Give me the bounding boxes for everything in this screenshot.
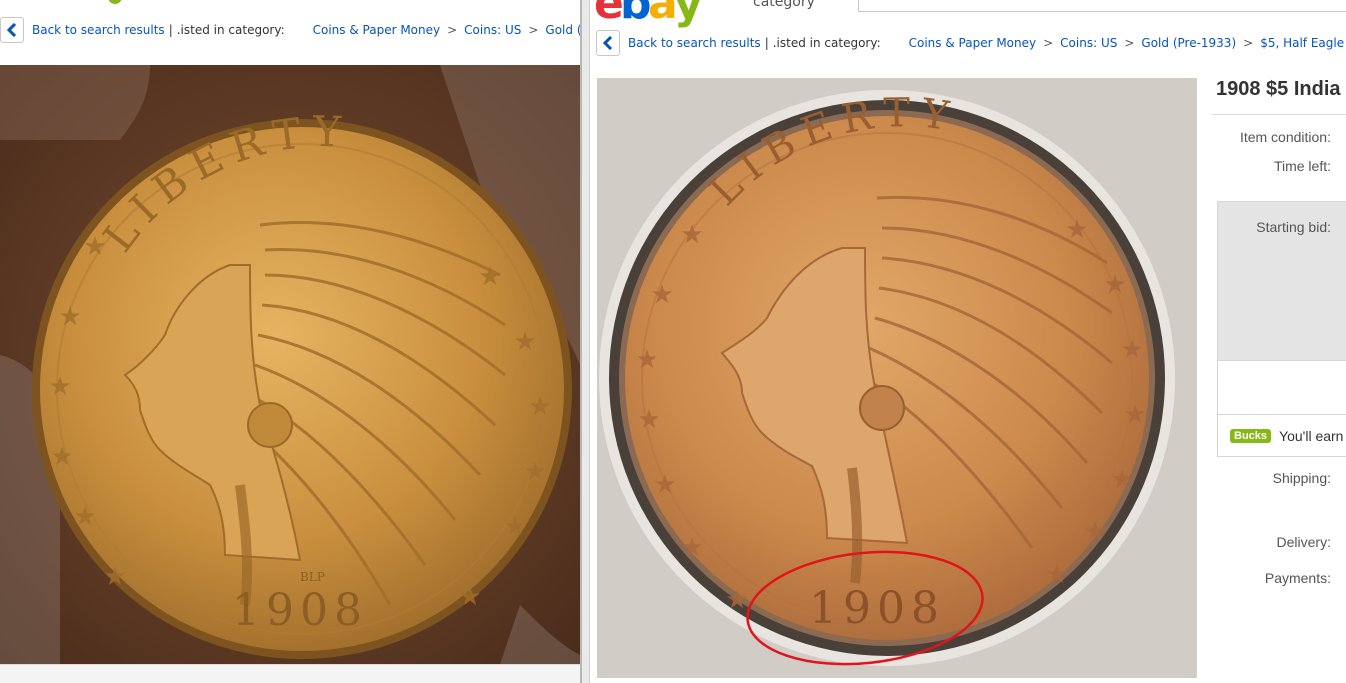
svg-text:★: ★ xyxy=(1045,560,1068,590)
svg-text:★: ★ xyxy=(653,470,676,500)
screenshot-stage: Back to search results | .isted in categ… xyxy=(0,0,1346,683)
svg-text:★: ★ xyxy=(523,457,546,487)
svg-text:★: ★ xyxy=(48,372,71,402)
item-title: 1908 $5 India xyxy=(1216,78,1341,100)
svg-text:★: ★ xyxy=(503,512,526,542)
svg-text:★: ★ xyxy=(635,345,658,375)
delivery-label: Delivery: xyxy=(1276,534,1331,550)
back-button[interactable] xyxy=(0,17,24,43)
breadcrumb-item-coins-us[interactable]: Coins: US xyxy=(1060,36,1117,50)
designer-initials: BLP xyxy=(300,570,325,584)
breadcrumb-divider: | xyxy=(764,36,769,50)
bucks-badge-icon: Bucks xyxy=(1230,428,1272,443)
coin-date: 1908 xyxy=(809,583,945,634)
breadcrumb-separator: > xyxy=(1043,36,1054,50)
svg-text:★: ★ xyxy=(1123,400,1146,430)
item-condition-label: Item condition: xyxy=(1239,129,1331,145)
breadcrumb-separator: > xyxy=(1124,36,1135,50)
svg-text:★: ★ xyxy=(1120,335,1143,365)
svg-text:★: ★ xyxy=(680,220,703,250)
logo-letter-a: a xyxy=(648,0,678,29)
svg-text:★: ★ xyxy=(513,327,536,357)
shipping-label: Shipping: xyxy=(1272,470,1331,486)
breadcrumb-separator: > xyxy=(1243,36,1254,50)
breadcrumb-item-gold-pre-1933[interactable]: Gold (Pre-1933) xyxy=(1141,36,1236,50)
coin-photo-right[interactable]: ★ ★ ★ ★ ★ ★ ★ ★ ★ ★ ★ ★ ★ ★ LIBERTY 1908 xyxy=(597,78,1197,678)
svg-text:★: ★ xyxy=(1103,270,1126,300)
back-to-search-link[interactable]: Back to search results xyxy=(32,23,165,37)
logo-letter-y: y xyxy=(674,0,703,29)
breadcrumb-separator: > xyxy=(447,23,458,37)
svg-text:★: ★ xyxy=(50,442,73,472)
window-divider[interactable] xyxy=(580,0,590,683)
svg-text:★: ★ xyxy=(458,582,481,612)
coin-image-left: ★★★ ★★★ ★★★ ★★★ LIBERTY BLP 1908 xyxy=(0,65,580,664)
breadcrumb-separator: > xyxy=(528,23,539,37)
bucks-earn-text: You'll earn xyxy=(1279,427,1344,444)
logo-letter-b: b xyxy=(620,0,651,29)
chevron-left-icon xyxy=(603,36,613,50)
right-browser-window: e b a y category Back to search results … xyxy=(590,0,1346,683)
left-browser-window: Back to search results | .isted in categ… xyxy=(0,0,582,683)
coin-image-right: ★★★ ★★★ ★★★ ★★★ ★★ LIBERTY 1908 xyxy=(597,78,1197,678)
breadcrumb-item-coins-us[interactable]: Coins: US xyxy=(464,23,521,37)
chevron-left-icon xyxy=(7,23,17,37)
breadcrumb-divider: | xyxy=(168,23,173,37)
left-window-bottom-bar xyxy=(0,664,582,683)
back-button[interactable] xyxy=(596,30,620,56)
starting-bid-label: Starting bid: xyxy=(1256,219,1331,235)
svg-text:★: ★ xyxy=(58,302,81,332)
bid-panel-footer xyxy=(1217,361,1346,415)
svg-text:★: ★ xyxy=(650,280,673,310)
svg-text:★: ★ xyxy=(725,585,748,615)
svg-text:★: ★ xyxy=(528,392,551,422)
search-input[interactable] xyxy=(858,0,1346,12)
svg-text:★: ★ xyxy=(1110,465,1133,495)
ebay-bucks-row: Bucks You'll earn xyxy=(1217,415,1346,457)
coin-photo-left[interactable]: ★ ★ ★ ★ ★ ★ ★ ★ ★ ★ ★ ★ LIBERTY BLP 1908 xyxy=(0,65,580,664)
search-category-label[interactable]: category xyxy=(753,0,815,10)
listed-in-category-label: .isted in category: xyxy=(772,36,881,50)
payments-label: Payments: xyxy=(1264,570,1331,586)
back-to-search-link[interactable]: Back to search results xyxy=(628,36,761,50)
breadcrumb-item-gold[interactable]: Gold (Pre xyxy=(545,23,582,37)
title-divider xyxy=(1212,114,1346,115)
svg-text:★: ★ xyxy=(680,533,703,563)
breadcrumb-item-coins-paper-money[interactable]: Coins & Paper Money xyxy=(313,23,440,37)
svg-text:★: ★ xyxy=(73,502,96,532)
logo-letter-e: e xyxy=(594,0,624,29)
breadcrumb: Back to search results | .isted in categ… xyxy=(0,17,582,43)
coin-date: 1908 xyxy=(232,585,368,636)
time-left-label: Time left: xyxy=(1273,158,1331,174)
svg-text:★: ★ xyxy=(1083,517,1106,547)
svg-text:★: ★ xyxy=(103,562,126,592)
ebay-logo-fragment xyxy=(108,0,122,4)
breadcrumb-item-coins-paper-money[interactable]: Coins & Paper Money xyxy=(909,36,1036,50)
breadcrumb: Back to search results | .isted in categ… xyxy=(596,30,1344,56)
svg-text:★: ★ xyxy=(637,405,660,435)
breadcrumb-item-half-eagle[interactable]: $5, Half Eagle xyxy=(1260,36,1344,50)
listed-in-category-label: .isted in category: xyxy=(176,23,285,37)
